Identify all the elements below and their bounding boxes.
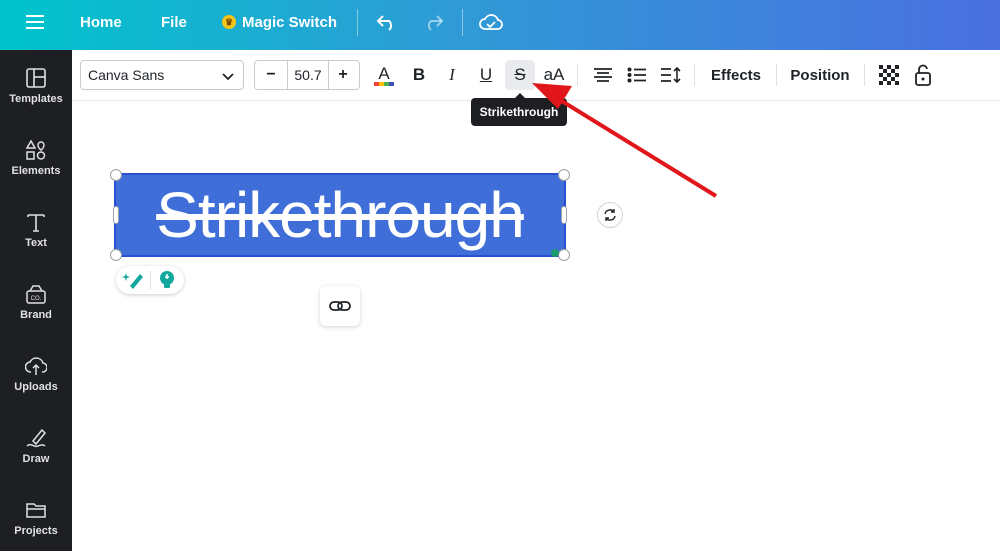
resize-handle-left[interactable] xyxy=(113,206,119,224)
strikethrough-tooltip: Strikethrough xyxy=(471,93,567,126)
font-size-stepper: − 50.7 + xyxy=(254,60,360,90)
increase-font-size-button[interactable]: + xyxy=(327,61,359,89)
divider xyxy=(694,64,695,86)
menu-button[interactable] xyxy=(26,0,44,44)
status-dot xyxy=(551,249,559,257)
cloud-check-icon xyxy=(479,14,503,30)
crown-icon: ♛ xyxy=(222,15,236,29)
draw-icon xyxy=(26,428,47,448)
sidebar-item-elements[interactable]: Elements xyxy=(0,137,72,197)
line-spacing-icon xyxy=(661,66,681,84)
unlock-icon xyxy=(915,64,931,86)
resize-handle-top-right[interactable] xyxy=(558,169,570,181)
text-color-button[interactable]: A xyxy=(370,60,398,90)
divider xyxy=(357,9,358,36)
magic-switch-button[interactable]: ♛ Magic Switch xyxy=(222,0,337,44)
strikethrough-button[interactable]: S xyxy=(505,60,535,90)
font-family-value: Canva Sans xyxy=(88,67,165,83)
top-bar: Home File ♛ Magic Switch xyxy=(0,0,1000,50)
resize-handle-top-left[interactable] xyxy=(110,169,122,181)
quick-actions-pill xyxy=(116,266,184,294)
font-family-dropdown[interactable]: Canva Sans xyxy=(80,60,244,90)
brand-icon: CO. xyxy=(26,285,46,304)
lightbulb-icon xyxy=(160,271,174,288)
chevron-down-icon xyxy=(222,73,234,81)
divider xyxy=(776,64,777,86)
align-button[interactable] xyxy=(590,60,616,90)
sidebar-item-brand[interactable]: CO. Brand xyxy=(0,281,72,341)
bullet-list-icon xyxy=(627,67,646,83)
align-center-icon xyxy=(594,68,612,82)
link-icon xyxy=(329,301,351,311)
text-icon xyxy=(27,214,45,232)
resize-handle-bottom-right[interactable] xyxy=(558,249,570,261)
sidebar-item-label: Elements xyxy=(11,165,61,177)
sidebar-item-draw[interactable]: Draw xyxy=(0,425,72,485)
home-menu[interactable]: Home xyxy=(80,0,122,44)
cloud-save-button[interactable] xyxy=(479,0,503,44)
letter-case-button[interactable]: aA xyxy=(539,60,569,90)
sidebar-item-projects[interactable]: Projects xyxy=(0,497,72,557)
sidebar-item-label: Brand xyxy=(20,309,52,321)
sidebar-item-text[interactable]: Text xyxy=(0,209,72,269)
spacing-button[interactable] xyxy=(658,60,684,90)
hamburger-icon xyxy=(26,15,44,29)
transparency-button[interactable] xyxy=(876,60,902,90)
font-size-input[interactable]: 50.7 xyxy=(287,61,329,89)
decrease-font-size-button[interactable]: − xyxy=(255,61,287,89)
divider xyxy=(577,64,578,86)
undo-icon xyxy=(376,15,392,31)
divider xyxy=(462,9,463,36)
transparency-icon xyxy=(879,65,899,85)
effects-button[interactable]: Effects xyxy=(704,60,768,90)
file-menu[interactable]: File xyxy=(161,0,187,44)
canvas-text[interactable]: Strikethrough xyxy=(116,175,564,255)
resize-handle-bottom-left[interactable] xyxy=(110,249,122,261)
selected-text-element[interactable]: Strikethrough xyxy=(114,173,566,257)
underline-button[interactable]: U xyxy=(472,60,500,90)
ideas-button[interactable] xyxy=(157,270,177,290)
redo-button[interactable] xyxy=(422,0,444,44)
sidebar-item-label: Projects xyxy=(14,525,58,537)
magic-switch-label: Magic Switch xyxy=(242,13,338,31)
divider xyxy=(150,271,151,289)
sidebar-item-label: Templates xyxy=(9,93,63,105)
list-button[interactable] xyxy=(624,60,650,90)
svg-text:A: A xyxy=(378,64,390,83)
undo-button[interactable] xyxy=(376,0,398,44)
bold-button[interactable]: B xyxy=(405,60,433,90)
sidebar-item-label: Uploads xyxy=(14,381,58,393)
elements-icon xyxy=(25,139,46,160)
italic-button[interactable]: I xyxy=(438,60,466,90)
lock-button[interactable] xyxy=(910,60,936,90)
position-button[interactable]: Position xyxy=(786,60,854,90)
text-color-icon: A xyxy=(374,64,394,86)
left-sidebar: Templates Elements Text CO. Brand Upload… xyxy=(0,50,72,551)
magic-pencil-icon xyxy=(122,273,143,289)
folder-icon xyxy=(26,503,46,518)
sidebar-item-label: Text xyxy=(25,237,47,249)
redo-icon xyxy=(428,15,444,31)
sidebar-item-templates[interactable]: Templates xyxy=(0,65,72,125)
sidebar-item-uploads[interactable]: Uploads xyxy=(0,353,72,413)
magic-write-button[interactable] xyxy=(122,270,144,290)
text-toolbar: Canva Sans − 50.7 + A B I U S aA Effects… xyxy=(72,50,1000,101)
divider xyxy=(864,64,865,86)
sidebar-item-label: Draw xyxy=(22,453,50,465)
resize-handle-right[interactable] xyxy=(561,206,567,224)
svg-text:CO.: CO. xyxy=(31,296,42,302)
templates-icon xyxy=(26,68,46,88)
rotate-button[interactable] xyxy=(597,202,623,228)
link-button[interactable] xyxy=(320,286,360,326)
cloud-upload-icon xyxy=(25,357,47,375)
rotate-icon xyxy=(604,209,616,221)
